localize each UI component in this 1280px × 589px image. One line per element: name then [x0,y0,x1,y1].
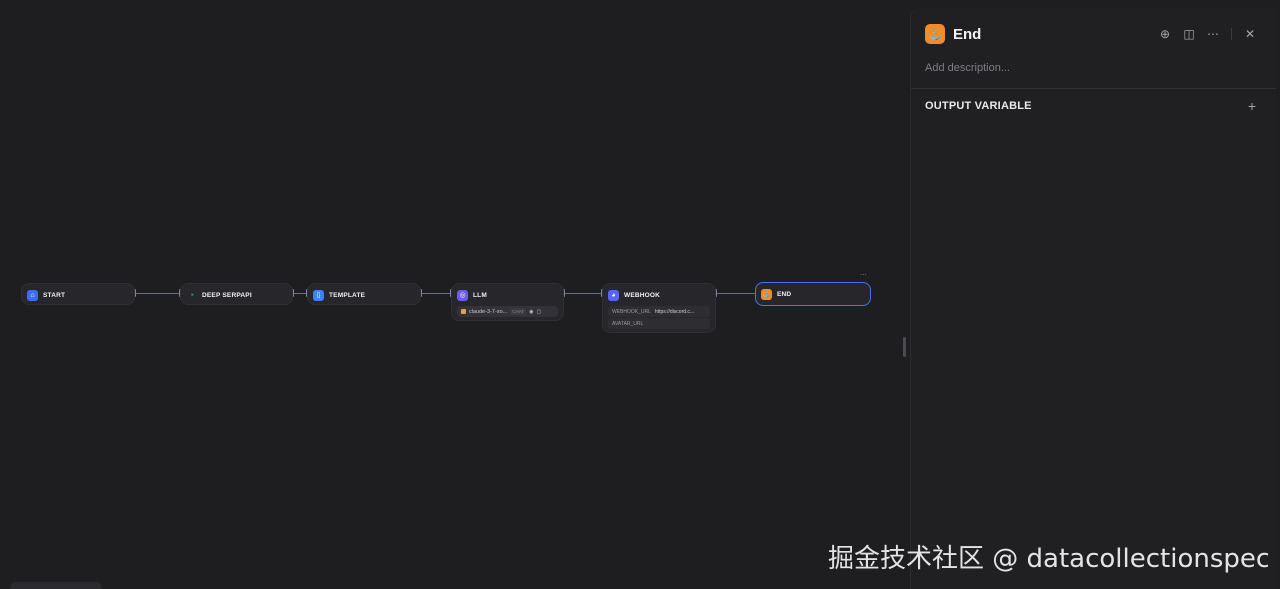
edge-llm-webhook [564,293,602,294]
doc-icon: ▢ [536,308,542,315]
edge-start-serpapi [135,293,180,294]
discord-icon: ◕ [608,289,619,301]
split-view-icon[interactable]: ◫ [1177,22,1201,46]
add-output-variable-button[interactable]: + [1242,98,1262,114]
section-title: OUTPUT VARIABLE [925,100,1032,112]
avatar-url-field: AVATAR_URL [608,318,710,329]
node-deep-serpapi[interactable]: ◔ DEEP SERPAPI [180,283,293,305]
node-template[interactable]: ▯ TEMPLATE [307,283,421,305]
node-end[interactable]: ⚓ END [755,282,871,306]
field-key: WEBHOOK_URL [612,308,651,315]
node-more-button[interactable]: ... [860,268,867,277]
edge-serpapi-template [293,293,307,294]
field-key: AVATAR_URL [612,320,644,327]
node-title: LLM [473,291,487,299]
description-input[interactable]: Add description... [911,60,1276,88]
eye-icon: ◉ [529,308,534,315]
more-icon[interactable]: ⋯ [1201,22,1225,46]
node-title: START [43,291,66,299]
close-icon[interactable]: ✕ [1238,22,1262,46]
panel-title: End [953,25,982,43]
canvas-toolbar[interactable] [10,582,102,589]
edge-webhook-end [716,293,756,294]
output-variable-section: OUTPUT VARIABLE + [911,89,1276,123]
model-chip[interactable]: claude-3-7-so... CHAT ◉ ▢ [457,306,558,317]
edge-template-llm [421,293,451,294]
panel-header: ⚓ End ⊕ ◫ ⋯ ✕ [911,8,1276,60]
model-name: claude-3-7-so... [469,308,508,315]
model-tag: CHAT [510,308,527,315]
webhook-url-field: WEBHOOK_URL https://discord.c... [608,306,710,317]
panel-resize-handle[interactable] [903,337,906,357]
node-title: END [777,290,792,298]
watermark: 掘金技术社区 @ datacollectionspecia [828,544,1268,574]
node-title: TEMPLATE [329,291,366,299]
workflow-canvas[interactable]: ⌂ START ◔ DEEP SERPAPI ▯ TEMPLATE ◎ LLM … [0,0,910,589]
node-title: WEBHOOK [624,291,661,299]
node-llm[interactable]: ◎ LLM claude-3-7-so... CHAT ◉ ▢ [451,283,564,321]
node-settings-panel: ⚓ End ⊕ ◫ ⋯ ✕ Add description... OUTPUT … [910,8,1276,589]
home-icon: ⌂ [27,289,38,301]
header-divider [1231,28,1232,40]
node-title: DEEP SERPAPI [202,291,252,299]
end-icon: ⚓ [925,24,945,44]
serpapi-icon: ◔ [188,290,195,300]
node-start[interactable]: ⌂ START [21,283,135,305]
node-webhook[interactable]: ◕ WEBHOOK WEBHOOK_URL https://discord.c.… [602,283,716,333]
run-step-icon[interactable]: ⊕ [1153,22,1177,46]
template-icon: ▯ [313,289,324,301]
model-icon [461,309,466,314]
field-value: https://discord.c... [654,308,695,315]
end-icon: ⚓ [761,288,772,300]
llm-icon: ◎ [457,289,468,301]
